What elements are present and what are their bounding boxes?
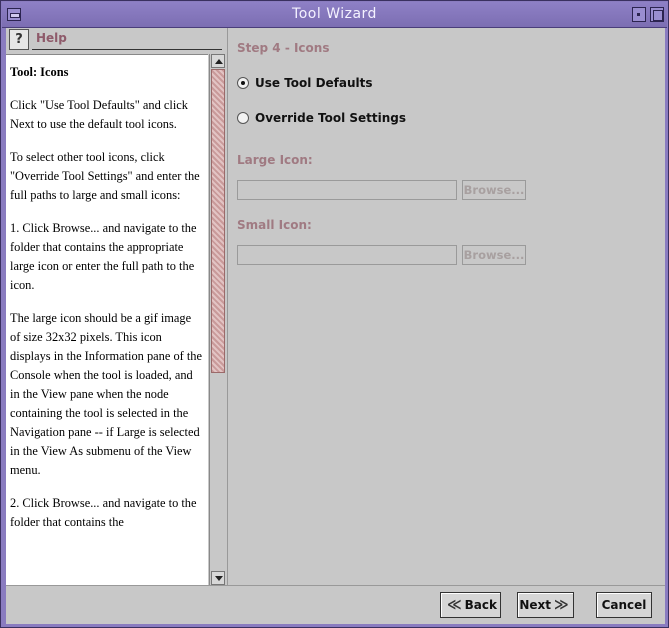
help-divider <box>32 49 222 50</box>
maximize-button[interactable] <box>650 7 664 22</box>
large-icon-label: Large Icon: <box>237 153 313 167</box>
help-paragraph: To select other tool icons, click "Overr… <box>10 150 200 202</box>
tool-wizard-window: Tool Wizard ? Help Tool: Icons Click "Us… <box>0 0 669 628</box>
large-icon-browse-button: Browse... <box>462 180 526 200</box>
help-paragraph: Click "Use Tool Defaults" and click Next… <box>10 98 188 131</box>
next-button[interactable]: Next ≫ <box>517 592 574 618</box>
title-bar[interactable]: Tool Wizard <box>2 2 667 28</box>
help-paragraph: 2. Click Browse... and navigate to the f… <box>10 496 197 529</box>
help-paragraph: The large icon should be a gif image of … <box>10 311 203 477</box>
cancel-label: Cancel <box>601 598 647 612</box>
next-arrow-icon: ≫ <box>554 597 569 613</box>
wizard-content: ? Help Tool: Icons Click "Use Tool Defau… <box>6 28 665 624</box>
help-title: Help <box>36 31 67 45</box>
use-defaults-radio[interactable]: Use Tool Defaults <box>237 76 373 90</box>
step-panel: Step 4 - Icons Use Tool Defaults Overrid… <box>227 28 665 585</box>
wizard-button-bar: ≪ Back Next ≫ Cancel <box>6 585 665 624</box>
help-paragraph: 1. Click Browse... and navigate to the f… <box>10 221 197 292</box>
small-icon-field <box>237 245 457 265</box>
help-pane: ? Help Tool: Icons Click "Use Tool Defau… <box>6 28 226 585</box>
next-label: Next <box>519 598 551 612</box>
large-icon-field <box>237 180 457 200</box>
use-defaults-label[interactable]: Use Tool Defaults <box>255 76 373 90</box>
override-settings-radio[interactable]: Override Tool Settings <box>237 111 406 125</box>
small-icon-label: Small Icon: <box>237 218 312 232</box>
cancel-button[interactable]: Cancel <box>596 592 652 618</box>
small-icon-browse-button: Browse... <box>462 245 526 265</box>
help-scrollbar[interactable] <box>209 54 225 585</box>
scroll-down-arrow-icon[interactable] <box>211 571 225 585</box>
back-arrow-icon: ≪ <box>447 597 462 613</box>
scroll-up-arrow-icon[interactable] <box>211 54 225 68</box>
back-button[interactable]: ≪ Back <box>440 592 501 618</box>
override-settings-label[interactable]: Override Tool Settings <box>255 111 406 125</box>
minimize-button[interactable] <box>632 7 646 22</box>
back-label: Back <box>464 598 497 612</box>
help-text-area[interactable]: Tool: Icons Click "Use Tool Defaults" an… <box>6 54 208 585</box>
window-title: Tool Wizard <box>292 6 377 22</box>
radio-unchecked-icon[interactable] <box>237 112 249 124</box>
scroll-thumb[interactable] <box>211 69 225 373</box>
step-title: Step 4 - Icons <box>237 41 330 55</box>
help-question-icon: ? <box>9 29 29 50</box>
help-header: ? Help <box>6 28 226 54</box>
radio-checked-icon[interactable] <box>237 77 249 89</box>
help-heading: Tool: Icons <box>10 65 69 79</box>
